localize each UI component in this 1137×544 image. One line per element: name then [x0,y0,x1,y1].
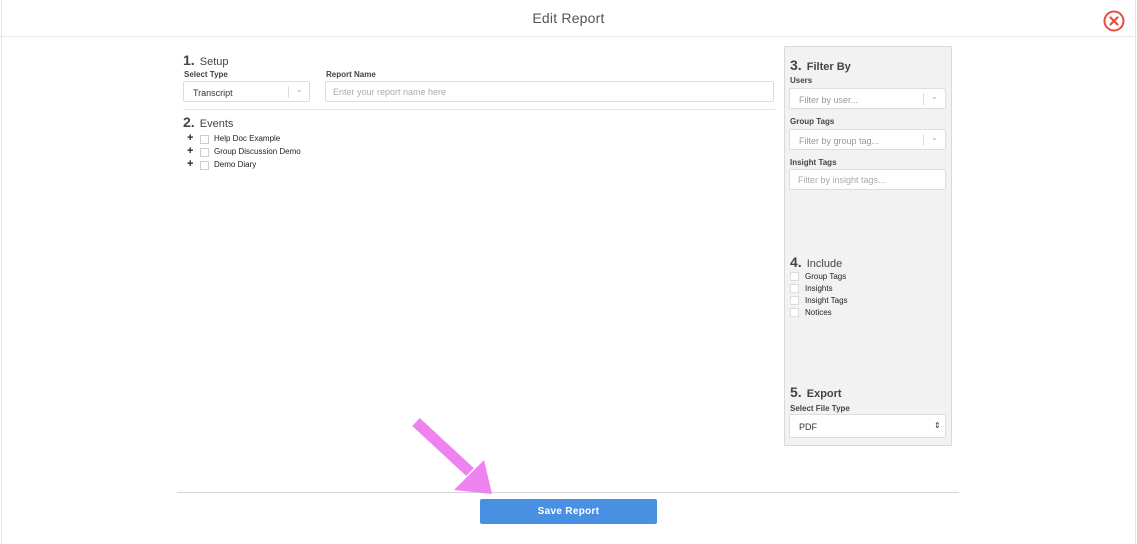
event-label: Group Discussion Demo [214,147,301,156]
modal-header: Edit Report [0,0,1137,37]
expand-plus-icon[interactable]: + [187,132,193,144]
include-checkbox[interactable] [790,296,799,305]
annotation-arrow-icon [412,417,492,494]
file-type-label: Select File Type [790,404,850,413]
filter-number: 3. [790,57,802,73]
save-report-button[interactable]: Save Report [480,499,657,524]
chevron-down-icon: ⌄ [931,133,938,142]
select-type-label: Select Type [184,70,228,79]
report-name-input[interactable] [325,81,774,102]
filter-title: Filter By [806,61,851,73]
include-label: Insight Tags [805,296,848,305]
include-checkbox[interactable] [790,284,799,293]
report-name-label: Report Name [326,70,376,79]
include-checkbox[interactable] [790,308,799,317]
filter-heading: 3. Filter By [790,57,851,73]
export-number: 5. [790,384,802,400]
include-label: Group Tags [805,272,847,281]
users-filter-dropdown[interactable]: Filter by user... ⌄ [789,88,946,109]
footer-divider [177,492,959,493]
setup-heading: 1. Setup [183,52,229,68]
include-label: Notices [805,308,832,317]
events-number: 2. [183,114,195,130]
export-heading: 5. Export [790,384,842,400]
include-heading: 4. Include [790,254,842,270]
chevron-down-icon: ⌄ [296,85,303,94]
group-tags-filter-dropdown[interactable]: Filter by group tag... ⌄ [789,129,946,150]
group-tags-filter-placeholder: Filter by group tag... [799,136,880,146]
users-filter-placeholder: Filter by user... [799,95,859,105]
expand-plus-icon[interactable]: + [187,145,193,157]
chevron-down-icon: ⌄ [931,92,938,101]
setup-title: Setup [199,56,229,68]
file-type-select[interactable]: PDF ⇕ [789,414,946,438]
select-type-dropdown[interactable]: Transcript ⌄ [183,81,310,102]
event-checkbox[interactable] [200,161,209,170]
events-heading: 2. Events [183,114,233,130]
include-label: Insights [805,284,833,293]
event-label: Help Doc Example [214,134,281,143]
event-checkbox[interactable] [200,135,209,144]
insight-tags-filter-input[interactable] [789,169,946,190]
expand-plus-icon[interactable]: + [187,158,193,170]
include-number: 4. [790,254,802,270]
file-type-value: PDF [799,422,817,432]
users-label: Users [790,76,813,85]
setup-number: 1. [183,52,195,68]
event-label: Demo Diary [214,160,257,169]
select-separator [288,86,289,98]
select-separator [923,134,924,146]
group-tags-label: Group Tags [790,117,835,126]
export-title: Export [806,388,842,400]
select-separator [923,93,924,105]
include-checkbox[interactable] [790,272,799,281]
events-title: Events [199,118,234,130]
insight-tags-label: Insight Tags [790,158,837,167]
modal-title: Edit Report [532,10,605,26]
event-checkbox[interactable] [200,148,209,157]
close-icon[interactable] [1103,10,1125,32]
select-arrows-icon: ⇕ [934,421,941,430]
select-type-value: Transcript [193,88,233,98]
section-divider [183,109,775,110]
include-title: Include [806,258,843,270]
